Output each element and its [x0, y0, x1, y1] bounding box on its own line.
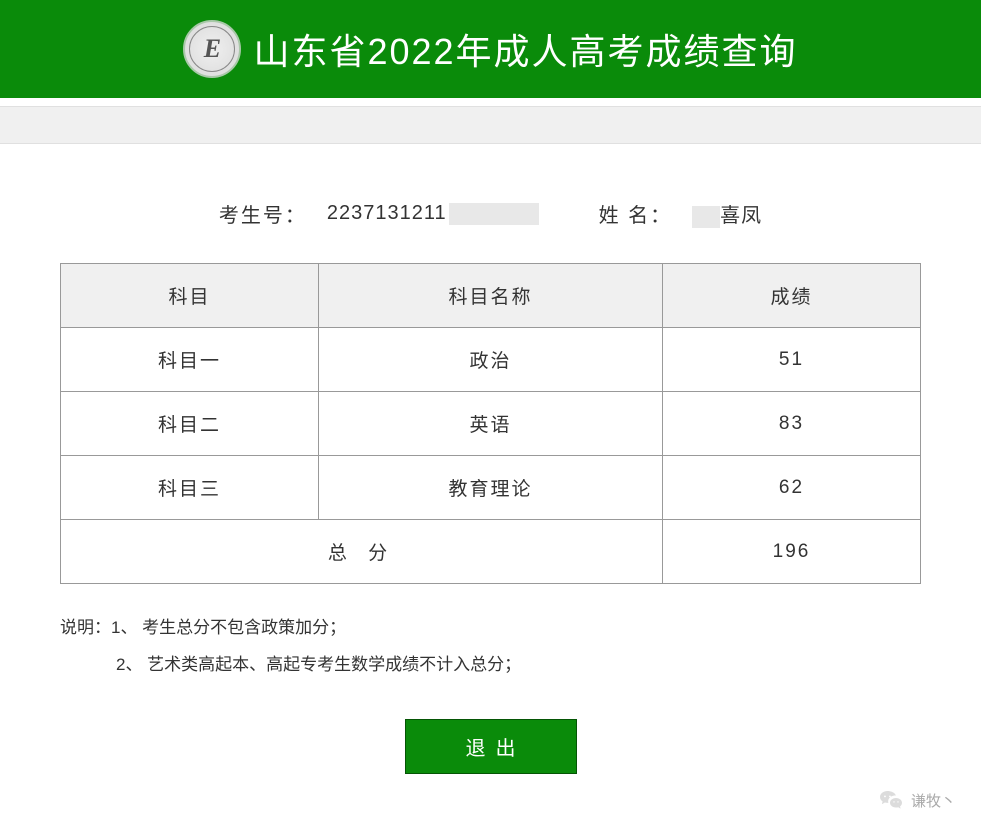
header-subject-name: 科目名称 — [319, 264, 663, 328]
student-id-label: 考生号： — [219, 199, 307, 228]
separator-bar — [0, 106, 981, 144]
cell-subject-name: 教育理论 — [319, 456, 663, 520]
table-row: 科目三 教育理论 62 — [61, 456, 921, 520]
header-subject: 科目 — [61, 264, 319, 328]
page-title: 山东省2022年成人高考成绩查询 — [253, 23, 797, 75]
redacted-block — [449, 203, 539, 225]
watermark: 谦牧丶 — [879, 788, 956, 812]
note-line-1: 说明：1、 考生总分不包含政策加分； — [60, 609, 921, 646]
cell-score: 62 — [663, 456, 921, 520]
table-total-row: 总 分 196 — [61, 520, 921, 584]
exit-button[interactable]: 退出 — [405, 719, 577, 774]
table-row: 科目二 英语 83 — [61, 392, 921, 456]
watermark-text: 谦牧丶 — [911, 790, 956, 811]
score-table: 科目 科目名称 成绩 科目一 政治 51 科目二 英语 83 科目三 教育理论 … — [60, 263, 921, 584]
cell-subject: 科目二 — [61, 392, 319, 456]
logo-icon: E — [183, 20, 241, 78]
cell-subject-name: 英语 — [319, 392, 663, 456]
total-label: 总 分 — [61, 520, 663, 584]
cell-subject: 科目三 — [61, 456, 319, 520]
wechat-icon — [879, 788, 903, 812]
cell-score: 83 — [663, 392, 921, 456]
student-name-value: 喜凤 — [692, 199, 762, 228]
student-info-row: 考生号： 2237131211 姓 名： 喜凤 — [60, 199, 921, 228]
cell-score: 51 — [663, 328, 921, 392]
header-score: 成绩 — [663, 264, 921, 328]
redacted-block — [692, 206, 720, 228]
student-name-label: 姓 名： — [599, 205, 673, 227]
page-header: E 山东省2022年成人高考成绩查询 — [0, 0, 981, 98]
cell-subject: 科目一 — [61, 328, 319, 392]
student-id-value: 2237131211 — [327, 202, 539, 225]
notes-section: 说明：1、 考生总分不包含政策加分； 2、 艺术类高起本、高起专考生数学成绩不计… — [60, 609, 921, 684]
note-line-2: 2、 艺术类高起本、高起专考生数学成绩不计入总分； — [60, 646, 921, 683]
cell-subject-name: 政治 — [319, 328, 663, 392]
table-header-row: 科目 科目名称 成绩 — [61, 264, 921, 328]
total-score: 196 — [663, 520, 921, 584]
table-row: 科目一 政治 51 — [61, 328, 921, 392]
